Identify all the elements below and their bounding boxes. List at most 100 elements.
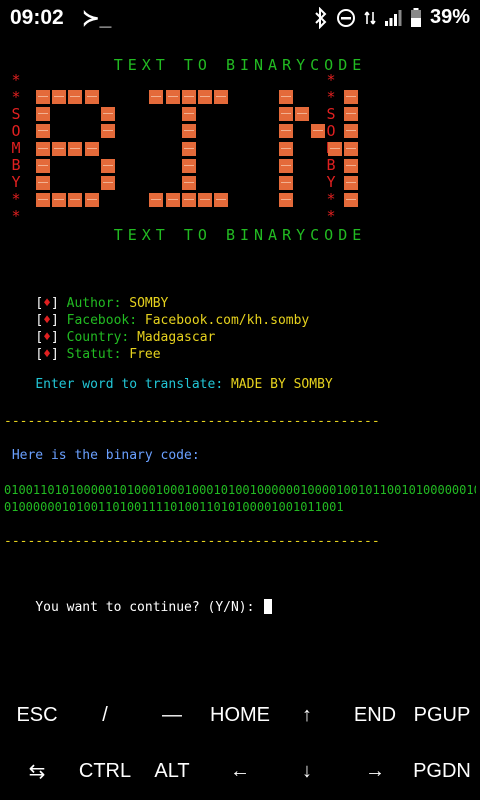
translate-input-value: MADE BY SOMBY (230, 377, 333, 392)
art-brick (165, 193, 180, 208)
status-icons: 39% (314, 6, 470, 29)
art-brick (36, 107, 50, 122)
art-brick (68, 90, 83, 104)
key-right[interactable]: → (341, 743, 409, 799)
key-left[interactable]: ← (206, 743, 274, 799)
art-brick (52, 90, 67, 104)
battery-percent: 39% (429, 6, 470, 28)
binary-output: 0100110101000001010001000100010100100000… (4, 482, 476, 516)
art-brick (214, 193, 229, 208)
art-brick (343, 158, 358, 173)
left-col-char: Y (11, 173, 21, 191)
art-brick (279, 124, 293, 139)
battery-icon (410, 7, 421, 27)
key-end[interactable]: END (341, 687, 409, 743)
left-col-char: B (11, 156, 21, 174)
art-brick (295, 107, 310, 122)
left-col-char: * (11, 207, 21, 225)
divider-top: ----------------------------------------… (4, 414, 380, 429)
right-col-char: * (326, 88, 336, 106)
art-brick (181, 193, 196, 208)
art-brick (181, 124, 196, 139)
art-brick (52, 193, 67, 208)
art-brick (181, 90, 196, 104)
art-brick (343, 107, 358, 122)
art-brick (279, 90, 293, 104)
art-brick (36, 124, 50, 139)
art-brick (279, 176, 293, 190)
left-col-char: S (11, 105, 21, 123)
art-brick (343, 90, 358, 104)
right-col-char: B (326, 156, 336, 174)
banner-left-column: * * S O M B Y * * (5, 72, 27, 225)
art-brick (100, 158, 115, 173)
left-col-char: O (11, 122, 21, 140)
art-brick (36, 176, 50, 190)
divider-bottom: ----------------------------------------… (4, 534, 380, 549)
banner-title-top: TEXT TO BINARYCODE (113, 56, 367, 74)
left-col-char: * (11, 190, 21, 208)
key-pgup[interactable]: PGUP (408, 687, 476, 743)
continue-prompt[interactable]: You want to continue? (Y/N): (4, 584, 273, 630)
art-brick (84, 193, 99, 208)
key-ctrl[interactable]: CTRL (71, 743, 139, 799)
left-col-char: * (11, 88, 21, 106)
signal-icon (384, 9, 402, 26)
art-brick (343, 141, 358, 156)
art-brick (84, 141, 99, 156)
terminal-notification-icon: ≻_ (82, 7, 112, 30)
art-brick (181, 141, 196, 156)
text-cursor (264, 599, 273, 614)
art-brick (36, 158, 50, 173)
bin-ascii-art (36, 90, 358, 210)
binary-line-2: 0100000010100110100111101001101010000100… (4, 500, 344, 514)
art-brick (181, 176, 196, 190)
right-col-char: * (326, 71, 336, 89)
art-brick (214, 90, 229, 104)
binary-label: Here is the binary code: (4, 448, 200, 463)
right-col-char: * (326, 207, 336, 225)
art-brick (279, 158, 293, 173)
clock: 09:02 (10, 6, 64, 29)
do-not-disturb-icon (336, 8, 355, 27)
binary-line-1: 0100110101000001010001000100010100100000… (4, 483, 476, 497)
art-brick (149, 193, 164, 208)
art-brick (343, 193, 358, 208)
terminal-output[interactable]: TEXT TO BINARYCODE **SOMBY** **SOMBY** T… (0, 36, 480, 684)
art-brick (327, 141, 342, 156)
left-col-char: M (11, 139, 21, 157)
art-brick (68, 141, 83, 156)
art-brick (181, 107, 196, 122)
key-dash[interactable]: — (138, 687, 206, 743)
key-alt[interactable]: ALT (138, 743, 206, 799)
art-brick (100, 107, 115, 122)
art-brick (279, 141, 293, 156)
art-brick (52, 141, 67, 156)
art-brick (279, 193, 293, 208)
art-brick (36, 141, 50, 156)
art-brick (181, 158, 196, 173)
art-brick (84, 90, 99, 104)
art-brick (100, 124, 115, 139)
art-brick (149, 90, 164, 104)
key-tab[interactable]: ⇆ (3, 743, 71, 799)
art-brick (100, 176, 115, 190)
data-arrows-icon (364, 11, 376, 24)
key-down[interactable]: ↓ (273, 743, 341, 799)
key-slash[interactable]: / (71, 687, 139, 743)
art-brick (198, 90, 212, 104)
key-esc[interactable]: ESC (3, 687, 71, 743)
right-col-char: Y (326, 173, 336, 191)
art-brick (165, 90, 180, 104)
right-col-char: * (326, 190, 336, 208)
key-pgdn[interactable]: PGDN (408, 743, 476, 799)
status-bar: 09:02 ≻_ 39% (0, 0, 480, 36)
key-up[interactable]: ↑ (273, 687, 341, 743)
art-brick (36, 90, 50, 104)
art-brick (198, 193, 212, 208)
art-brick (343, 124, 358, 139)
art-brick (68, 193, 83, 208)
art-brick (311, 124, 326, 139)
translate-prompt: Enter word to translate: MADE BY SOMBY (35, 377, 333, 392)
key-home[interactable]: HOME (206, 687, 274, 743)
